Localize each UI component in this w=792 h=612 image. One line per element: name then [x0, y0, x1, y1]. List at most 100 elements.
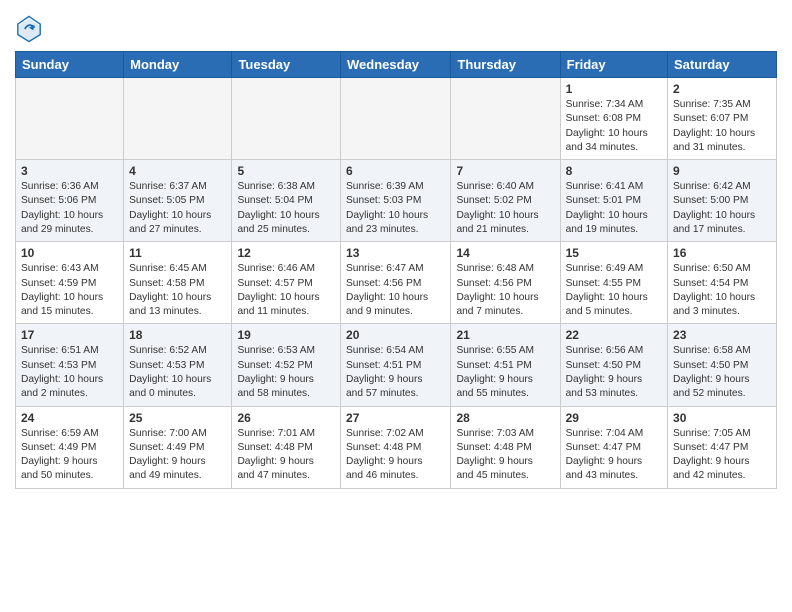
calendar-cell — [232, 78, 341, 160]
day-info: Sunrise: 6:48 AM Sunset: 4:56 PM Dayligh… — [456, 262, 554, 319]
calendar-cell: 24 Sunrise: 6:59 AM Sunset: 4:49 PM Dayli… — [16, 406, 124, 488]
weekday-header-friday: Friday — [560, 52, 667, 78]
day-info: Sunrise: 6:45 AM Sunset: 4:58 PM Dayligh… — [129, 262, 226, 319]
day-info: Sunrise: 6:58 AM Sunset: 4:50 PM Dayligh… — [673, 344, 771, 401]
calendar-cell: 20 Sunrise: 6:54 AM Sunset: 4:51 PM Dayli… — [341, 324, 451, 406]
calendar-cell: 15 Sunrise: 6:49 AM Sunset: 4:55 PM Dayli… — [560, 242, 667, 324]
calendar-cell: 30Sunrise: 7:05 AM Sunset: 4:47 PM Dayli… — [668, 406, 777, 488]
day-info: Sunrise: 6:49 AM Sunset: 4:55 PM Dayligh… — [566, 262, 662, 319]
day-number: 6 — [346, 164, 445, 178]
calendar-cell — [124, 78, 232, 160]
weekday-header-thursday: Thursday — [451, 52, 560, 78]
calendar-body: 1 Sunrise: 7:34 AM Sunset: 6:08 PM Daylig… — [16, 78, 777, 489]
day-info: Sunrise: 6:47 AM Sunset: 4:56 PM Dayligh… — [346, 262, 445, 319]
day-number: 13 — [346, 246, 445, 260]
calendar-cell: 18 Sunrise: 6:52 AM Sunset: 4:53 PM Dayli… — [124, 324, 232, 406]
day-number: 27 — [346, 411, 445, 425]
weekday-header-sunday: Sunday — [16, 52, 124, 78]
calendar-table: SundayMondayTuesdayWednesdayThursdayFrid… — [15, 51, 777, 489]
day-number: 5 — [237, 164, 335, 178]
calendar-cell: 19 Sunrise: 6:53 AM Sunset: 4:52 PM Dayli… — [232, 324, 341, 406]
calendar-week-1: 1 Sunrise: 7:34 AM Sunset: 6:08 PM Daylig… — [16, 78, 777, 160]
day-info: Sunrise: 6:50 AM Sunset: 4:54 PM Dayligh… — [673, 262, 771, 319]
calendar-cell: 29Sunrise: 7:04 AM Sunset: 4:47 PM Dayli… — [560, 406, 667, 488]
day-number: 18 — [129, 328, 226, 342]
calendar-week-4: 17 Sunrise: 6:51 AM Sunset: 4:53 PM Dayli… — [16, 324, 777, 406]
day-info: Sunrise: 6:36 AM Sunset: 5:06 PM Dayligh… — [21, 180, 118, 237]
calendar-cell: 9 Sunrise: 6:42 AM Sunset: 5:00 PM Daylig… — [668, 160, 777, 242]
day-info: Sunrise: 7:03 AM Sunset: 4:48 PM Dayligh… — [456, 427, 554, 484]
day-info: Sunrise: 6:54 AM Sunset: 4:51 PM Dayligh… — [346, 344, 445, 401]
day-info: Sunrise: 6:38 AM Sunset: 5:04 PM Dayligh… — [237, 180, 335, 237]
calendar-cell: 13 Sunrise: 6:47 AM Sunset: 4:56 PM Dayli… — [341, 242, 451, 324]
calendar-cell: 28 Sunrise: 7:03 AM Sunset: 4:48 PM Dayli… — [451, 406, 560, 488]
day-info: Sunrise: 7:35 AM Sunset: 6:07 PM Dayligh… — [673, 98, 771, 155]
logo — [15, 15, 45, 43]
calendar-cell: 5 Sunrise: 6:38 AM Sunset: 5:04 PM Daylig… — [232, 160, 341, 242]
day-number: 8 — [566, 164, 662, 178]
day-number: 23 — [673, 328, 771, 342]
page: SundayMondayTuesdayWednesdayThursdayFrid… — [0, 0, 792, 504]
day-info: Sunrise: 7:34 AM Sunset: 6:08 PM Dayligh… — [566, 98, 662, 155]
day-number: 19 — [237, 328, 335, 342]
calendar-cell: 11 Sunrise: 6:45 AM Sunset: 4:58 PM Dayli… — [124, 242, 232, 324]
day-number: 24 — [21, 411, 118, 425]
day-number: 7 — [456, 164, 554, 178]
calendar-cell: 8Sunrise: 6:41 AM Sunset: 5:01 PM Daylig… — [560, 160, 667, 242]
day-info: Sunrise: 6:51 AM Sunset: 4:53 PM Dayligh… — [21, 344, 118, 401]
day-number: 2 — [673, 82, 771, 96]
calendar-cell: 12 Sunrise: 6:46 AM Sunset: 4:57 PM Dayli… — [232, 242, 341, 324]
day-info: Sunrise: 6:46 AM Sunset: 4:57 PM Dayligh… — [237, 262, 335, 319]
day-number: 14 — [456, 246, 554, 260]
day-info: Sunrise: 6:37 AM Sunset: 5:05 PM Dayligh… — [129, 180, 226, 237]
day-info: Sunrise: 7:02 AM Sunset: 4:48 PM Dayligh… — [346, 427, 445, 484]
day-info: Sunrise: 7:05 AM Sunset: 4:47 PM Dayligh… — [673, 427, 771, 484]
weekday-header-monday: Monday — [124, 52, 232, 78]
day-number: 11 — [129, 246, 226, 260]
day-number: 29 — [566, 411, 662, 425]
calendar-cell: 7 Sunrise: 6:40 AM Sunset: 5:02 PM Daylig… — [451, 160, 560, 242]
day-info: Sunrise: 6:52 AM Sunset: 4:53 PM Dayligh… — [129, 344, 226, 401]
day-number: 4 — [129, 164, 226, 178]
day-info: Sunrise: 6:53 AM Sunset: 4:52 PM Dayligh… — [237, 344, 335, 401]
calendar-cell: 10Sunrise: 6:43 AM Sunset: 4:59 PM Dayli… — [16, 242, 124, 324]
calendar-cell: 6 Sunrise: 6:39 AM Sunset: 5:03 PM Daylig… — [341, 160, 451, 242]
header — [15, 10, 777, 43]
calendar-week-2: 3Sunrise: 6:36 AM Sunset: 5:06 PM Daylig… — [16, 160, 777, 242]
calendar-cell: 21Sunrise: 6:55 AM Sunset: 4:51 PM Dayli… — [451, 324, 560, 406]
calendar-cell: 23 Sunrise: 6:58 AM Sunset: 4:50 PM Dayli… — [668, 324, 777, 406]
day-number: 17 — [21, 328, 118, 342]
calendar-cell — [341, 78, 451, 160]
calendar-cell: 16 Sunrise: 6:50 AM Sunset: 4:54 PM Dayli… — [668, 242, 777, 324]
calendar-cell: 26Sunrise: 7:01 AM Sunset: 4:48 PM Dayli… — [232, 406, 341, 488]
logo-icon — [15, 15, 43, 43]
day-number: 10 — [21, 246, 118, 260]
day-info: Sunrise: 6:56 AM Sunset: 4:50 PM Dayligh… — [566, 344, 662, 401]
day-info: Sunrise: 6:42 AM Sunset: 5:00 PM Dayligh… — [673, 180, 771, 237]
calendar-cell — [16, 78, 124, 160]
calendar-week-3: 10Sunrise: 6:43 AM Sunset: 4:59 PM Dayli… — [16, 242, 777, 324]
calendar-cell: 27 Sunrise: 7:02 AM Sunset: 4:48 PM Dayli… — [341, 406, 451, 488]
day-number: 15 — [566, 246, 662, 260]
day-info: Sunrise: 6:39 AM Sunset: 5:03 PM Dayligh… — [346, 180, 445, 237]
weekday-header-saturday: Saturday — [668, 52, 777, 78]
day-number: 12 — [237, 246, 335, 260]
calendar-cell: 25Sunrise: 7:00 AM Sunset: 4:49 PM Dayli… — [124, 406, 232, 488]
day-info: Sunrise: 6:40 AM Sunset: 5:02 PM Dayligh… — [456, 180, 554, 237]
day-number: 9 — [673, 164, 771, 178]
day-number: 28 — [456, 411, 554, 425]
calendar-week-5: 24 Sunrise: 6:59 AM Sunset: 4:49 PM Dayli… — [16, 406, 777, 488]
calendar-cell: 3Sunrise: 6:36 AM Sunset: 5:06 PM Daylig… — [16, 160, 124, 242]
day-number: 20 — [346, 328, 445, 342]
weekday-header-row: SundayMondayTuesdayWednesdayThursdayFrid… — [16, 52, 777, 78]
calendar-cell: 4 Sunrise: 6:37 AM Sunset: 5:05 PM Daylig… — [124, 160, 232, 242]
day-number: 22 — [566, 328, 662, 342]
day-number: 25 — [129, 411, 226, 425]
day-number: 16 — [673, 246, 771, 260]
day-number: 21 — [456, 328, 554, 342]
day-number: 26 — [237, 411, 335, 425]
day-number: 1 — [566, 82, 662, 96]
calendar-cell: 2 Sunrise: 7:35 AM Sunset: 6:07 PM Daylig… — [668, 78, 777, 160]
day-info: Sunrise: 6:59 AM Sunset: 4:49 PM Dayligh… — [21, 427, 118, 484]
calendar-cell: 17 Sunrise: 6:51 AM Sunset: 4:53 PM Dayli… — [16, 324, 124, 406]
